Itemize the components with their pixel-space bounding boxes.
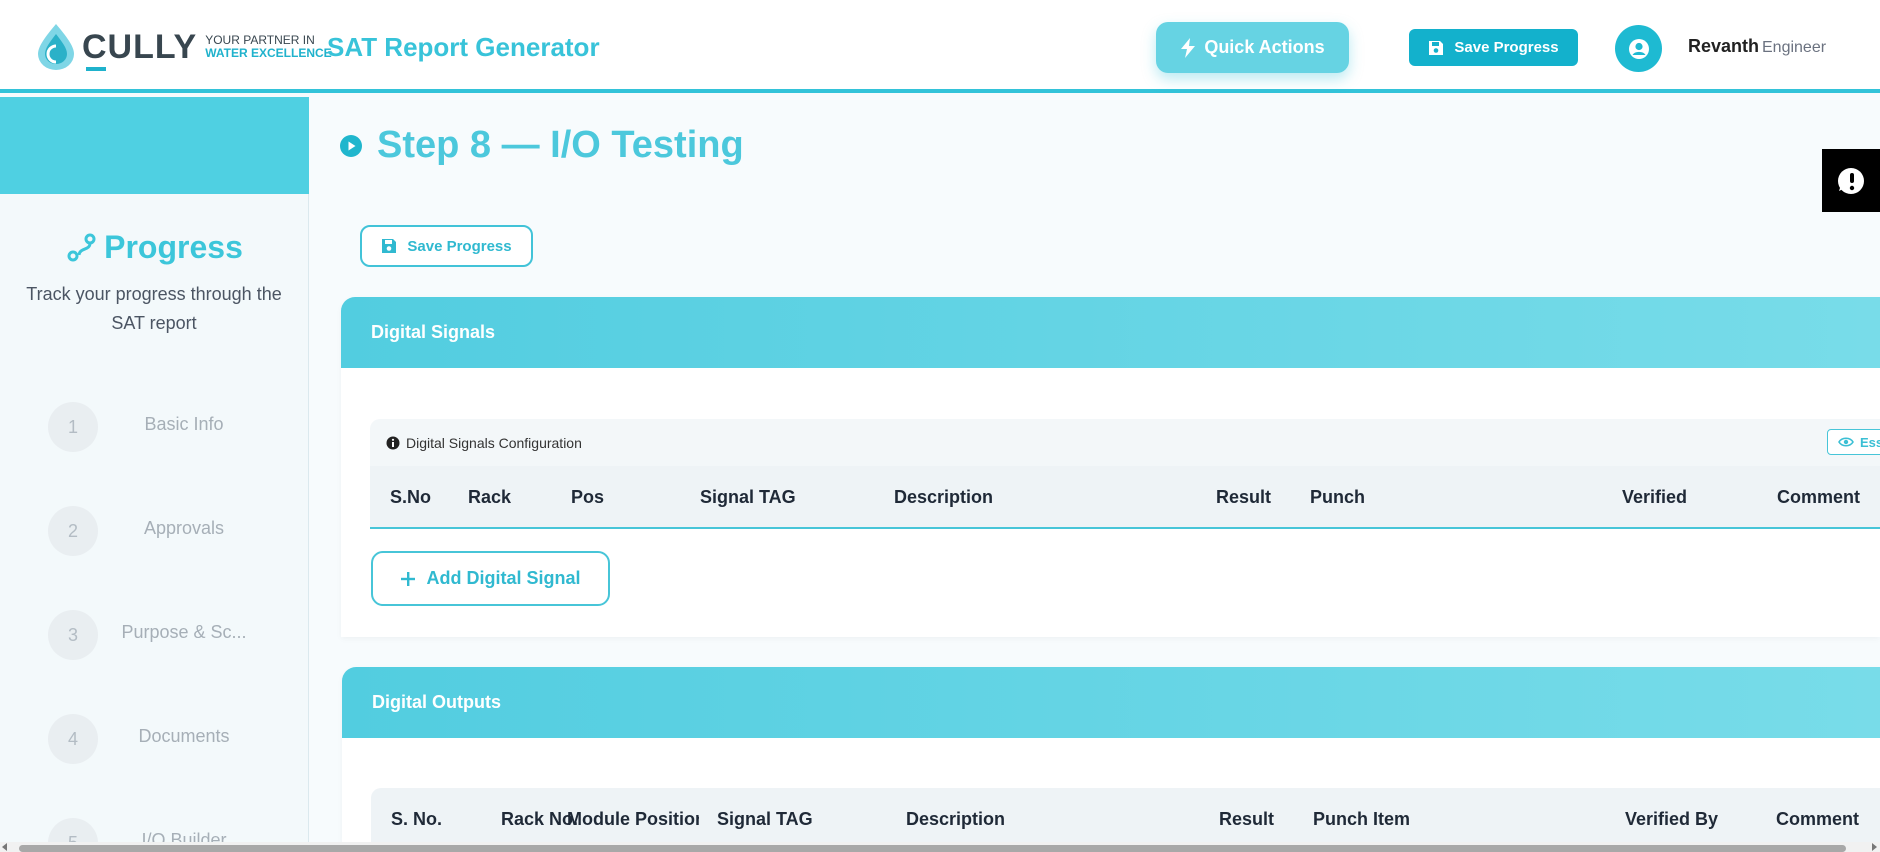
step-number: 1 [48,402,98,452]
route-icon [67,233,96,261]
essential-view-button[interactable]: Ess [1827,429,1880,455]
sidebar-step-approvals[interactable]: 2 Approvals [48,506,288,556]
quick-actions-button[interactable]: Quick Actions [1156,22,1349,73]
step-label: Basic Info [144,414,224,434]
digital-signals-table-header: S.No Rack Pos Signal TAG Description Res… [370,466,1880,529]
step-number: 3 [48,610,98,660]
horizontal-scrollbar[interactable] [0,842,1880,852]
col-comment[interactable]: Comment [1777,466,1860,529]
progress-title: Progress [0,229,309,266]
page-title: Step 8 — I/O Testing [339,124,744,167]
col-signal-tag[interactable]: Signal TAG [700,466,796,529]
header-save-progress-label: Save Progress [1454,39,1559,56]
cully-logo[interactable]: CULLY YOUR PARTNER IN WATER EXCELLENCE [34,22,332,72]
sidebar-step-documents[interactable]: 4 Documents [48,714,288,764]
top-header: CULLY YOUR PARTNER IN WATER EXCELLENCE S… [0,0,1880,93]
step-label: Documents [138,726,230,746]
step-label: Purpose & Sc... [121,622,247,642]
water-drop-logo-icon [38,24,74,70]
step-number: 4 [48,714,98,764]
step-label: Approvals [143,518,225,538]
sidebar-step-purpose-scope[interactable]: 3 Purpose & Sc... [48,610,288,660]
essential-view-label: Ess [1860,434,1880,450]
config-label: Digital Signals Configuration [406,434,582,451]
page-title-text: Step 8 — I/O Testing [377,124,744,166]
digital-signals-config-bar: Digital Signals Configuration [370,419,1880,466]
user-avatar[interactable] [1615,25,1662,72]
digital-outputs-header[interactable]: Digital Outputs [342,667,1880,738]
user-role: Engineer [1762,39,1827,56]
logo-tagline: YOUR PARTNER IN WATER EXCELLENCE [205,34,331,60]
sidebar-banner [0,97,309,194]
sidebar-step-basic-info[interactable]: 1 Basic Info [48,402,288,452]
user-name[interactable]: Revanth [1688,36,1759,57]
step-number: 2 [48,506,98,556]
user-circle-icon [1628,38,1649,59]
header-save-progress-button[interactable]: Save Progress [1409,29,1578,66]
col-verified[interactable]: Verified [1622,466,1687,529]
lightning-icon [1181,37,1196,58]
info-circle-icon [386,436,400,449]
floppy-disk-icon [382,239,397,253]
scroll-right-arrow-icon[interactable] [1872,843,1877,851]
progress-sidebar: Progress Track your progress through the… [0,97,309,852]
col-description[interactable]: Description [894,466,993,529]
progress-title-text: Progress [104,229,243,265]
scrollbar-thumb[interactable] [19,845,1846,852]
play-circle-icon [340,134,362,157]
logo-wordmark: CULLY [82,27,198,71]
plus-icon [401,571,416,586]
save-progress-label: Save Progress [407,237,512,255]
digital-signals-header[interactable]: Digital Signals [341,297,1880,368]
col-pos[interactable]: Pos [571,466,604,529]
add-digital-signal-label: Add Digital Signal [426,568,581,588]
app-title: SAT Report Generator [327,32,600,62]
add-digital-signal-button[interactable]: Add Digital Signal [371,551,610,606]
feedback-floating-button[interactable] [1822,149,1880,212]
scroll-left-arrow-icon[interactable] [2,843,7,851]
col-rack[interactable]: Rack [468,466,511,529]
quick-actions-label: Quick Actions [1204,37,1325,57]
logo-tagline-line1: YOUR PARTNER IN [205,33,315,47]
col-sno[interactable]: S.No [390,466,431,529]
col-result[interactable]: Result [1216,466,1271,529]
logo-tagline-line2: WATER EXCELLENCE [205,46,332,60]
progress-subtitle: Track your progress through the SAT repo… [26,284,282,333]
floppy-disk-icon [1429,40,1444,55]
chat-bubble-icon [1838,167,1864,194]
col-punch[interactable]: Punch [1310,466,1365,529]
save-progress-button[interactable]: Save Progress [360,225,533,267]
eye-icon [1838,437,1854,447]
